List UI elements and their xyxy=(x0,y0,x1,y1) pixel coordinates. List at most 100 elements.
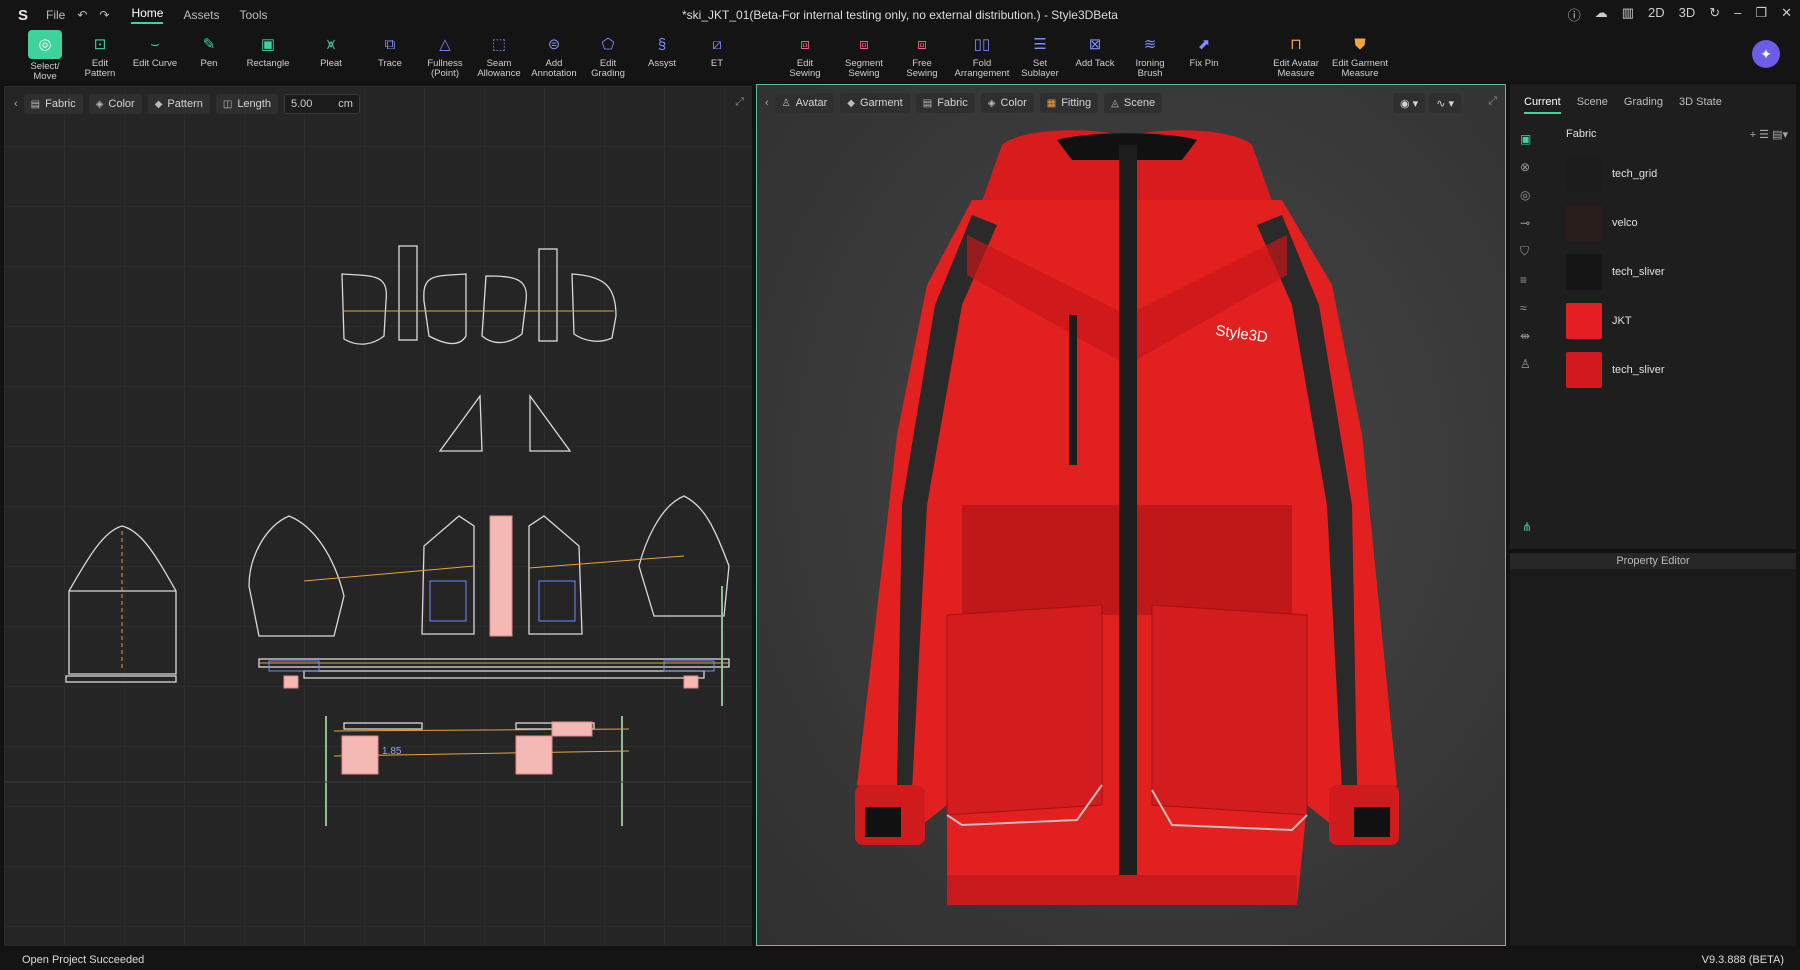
pen-tool[interactable]: ✎ Pen xyxy=(181,30,237,82)
app-logo-icon[interactable]: S xyxy=(12,4,34,26)
trace-tool[interactable]: ⧉ Trace xyxy=(362,30,418,82)
pattern-piece xyxy=(481,275,527,344)
tab-assets[interactable]: Assets xyxy=(183,8,219,22)
edit-pattern-icon: ⊡ xyxy=(93,36,107,53)
fullness-tool[interactable]: △ Fullness (Point) xyxy=(417,30,473,82)
fabric-item[interactable]: tech_grid xyxy=(1566,149,1788,198)
refresh-icon[interactable]: ↻ xyxy=(1709,5,1720,24)
fabric-section-title: Fabric xyxy=(1566,128,1597,140)
button-category-icon[interactable]: ⊗ xyxy=(1520,160,1531,174)
pattern-piece xyxy=(515,735,553,775)
fabric-item[interactable]: velco xyxy=(1566,198,1788,247)
pattern-canvas[interactable]: 1.85 xyxy=(4,86,752,946)
assyst-tool[interactable]: § Assyst xyxy=(634,30,690,82)
pattern-piece xyxy=(429,580,467,622)
set-sublayer-tool[interactable]: ☰ Set Sublayer xyxy=(1012,30,1068,82)
fabric-swatch xyxy=(1566,302,1602,339)
fabric-category-icon[interactable]: ▣ xyxy=(1520,132,1531,146)
bond-category-icon[interactable]: ⇹ xyxy=(1520,329,1531,343)
view-2d-button[interactable]: 2D xyxy=(1648,5,1665,24)
ironing-icon: ≋ xyxy=(1143,36,1157,53)
minimize-icon[interactable]: – xyxy=(1734,5,1741,24)
select-icon: ◎ xyxy=(28,30,62,59)
fix-pin-tool[interactable]: ⬈ Fix Pin xyxy=(1176,30,1232,82)
assyst-icon: § xyxy=(657,36,667,53)
pattern-piece xyxy=(551,721,593,737)
fabric-item[interactable]: tech_sliver xyxy=(1566,247,1788,296)
fold-arrangement-tool[interactable]: ▯▯ Fold Arrangement xyxy=(954,30,1010,82)
fabric-swatch xyxy=(1566,155,1602,192)
select-move-tool[interactable]: ◎ Select/Move xyxy=(17,30,73,82)
free-sewing-tool[interactable]: ⧈ Free Sewing xyxy=(894,30,950,82)
avatar-category-icon[interactable]: ♙ xyxy=(1520,357,1531,371)
restore-icon[interactable]: ❐ xyxy=(1755,5,1767,24)
fabric-swatch xyxy=(1566,351,1602,388)
seam-allowance-tool[interactable]: ⬚ Seam Allowance xyxy=(471,30,527,82)
edit-avatar-measure-tool[interactable]: ⊓ Edit Avatar Measure xyxy=(1268,30,1324,82)
pattern-2d-panel[interactable]: ‹ ▤ Fabric ◈ Color ◆ Pattern ◫ Length 5.00 cm… xyxy=(4,86,752,946)
tab-grading[interactable]: Grading xyxy=(1624,96,1663,114)
fabric-list: Fabric + ☰ ▤▾ tech_grid velco tech_sliver… xyxy=(1566,128,1788,394)
redo-icon[interactable]: ↷ xyxy=(99,8,109,22)
edit-sewing-tool[interactable]: ⧈ Edit Sewing xyxy=(777,30,833,82)
help-icon[interactable]: ⓘ xyxy=(1568,5,1581,24)
segment-sewing-tool[interactable]: ⧈ Segment Sewing xyxy=(836,30,892,82)
pleat-tool[interactable]: ⩙ Pleat xyxy=(303,30,359,82)
garment-measure-icon: ⛊ xyxy=(1354,36,1366,53)
fabric-swatch xyxy=(1566,253,1602,290)
et-tool[interactable]: ⧄ ET xyxy=(689,30,745,82)
tree-icon[interactable]: ⋔ xyxy=(1522,520,1532,534)
tab-scene[interactable]: Scene xyxy=(1577,96,1608,114)
window-title: *ski_JKT_01(Beta-For internal testing on… xyxy=(682,8,1118,22)
pattern-piece xyxy=(571,273,617,342)
cloud-icon[interactable]: ☁ xyxy=(1595,5,1608,24)
property-editor-panel: Property Editor xyxy=(1510,553,1796,946)
menu-file[interactable]: File xyxy=(46,8,65,22)
fabric-actions[interactable]: + ☰ ▤▾ xyxy=(1750,128,1788,141)
pattern-piece xyxy=(683,675,699,689)
rectangle-tool[interactable]: ▣ Rectangle xyxy=(240,30,296,82)
tack-icon: ⊠ xyxy=(1088,36,1102,53)
pattern-piece xyxy=(65,675,177,683)
ai-assistant-icon[interactable]: ✦ xyxy=(1752,40,1780,68)
pattern-piece xyxy=(423,273,467,345)
edit-garment-measure-tool[interactable]: ⛊ Edit Garment Measure xyxy=(1331,30,1389,82)
zipper-category-icon[interactable]: ⊸ xyxy=(1520,216,1531,230)
rectangle-icon: ▣ xyxy=(260,36,276,53)
edit-curve-tool[interactable]: ⌣ Edit Curve xyxy=(127,30,183,82)
topstitch-category-icon[interactable]: ≡ xyxy=(1520,273,1531,287)
segment-sewing-icon: ⧈ xyxy=(859,36,869,53)
pattern-piece xyxy=(248,515,345,637)
add-tack-tool[interactable]: ⊠ Add Tack xyxy=(1067,30,1123,82)
pattern-piece xyxy=(343,722,423,730)
edit-grading-tool[interactable]: ⬠ Edit Grading xyxy=(580,30,636,82)
buttonhole-category-icon[interactable]: ◎ xyxy=(1520,188,1531,202)
add-annotation-tool[interactable]: ⊜ Add Annotation xyxy=(526,30,582,82)
status-message: Open Project Succeeded xyxy=(22,954,145,966)
graphic-category-icon[interactable]: ⛉ xyxy=(1520,244,1531,259)
pucker-category-icon[interactable]: ≈ xyxy=(1520,301,1531,315)
edit-sewing-icon: ⧈ xyxy=(800,36,810,53)
view-3d-panel[interactable]: ‹ ♙ Avatar ◆ Garment ▤ Fabric ◈ Color ▦ Fitti… xyxy=(756,84,1506,946)
fold-icon: ▯▯ xyxy=(973,36,991,53)
layout-icon[interactable]: ▥ xyxy=(1622,5,1634,24)
free-sewing-icon: ⧈ xyxy=(917,36,927,53)
close-icon[interactable]: ✕ xyxy=(1781,5,1792,24)
seam-allowance-icon: ⬚ xyxy=(491,36,507,53)
view-3d-button[interactable]: 3D xyxy=(1679,5,1696,24)
edit-pattern-tool[interactable]: ⊡ Edit Pattern xyxy=(72,30,128,82)
pleat-icon: ⩙ xyxy=(326,36,336,53)
undo-icon[interactable]: ↶ xyxy=(77,8,87,22)
tab-home[interactable]: Home xyxy=(131,6,164,24)
pattern-piece xyxy=(303,670,705,679)
ironing-brush-tool[interactable]: ≋ Ironing Brush xyxy=(1122,30,1178,82)
version-label: V9.3.888 (BETA) xyxy=(1701,954,1784,966)
jacket-3d-render[interactable]: Style3D xyxy=(757,85,1507,947)
tab-current[interactable]: Current xyxy=(1524,96,1561,114)
tab-3d-state[interactable]: 3D State xyxy=(1679,96,1722,114)
tab-tools[interactable]: Tools xyxy=(240,8,268,22)
fabric-item[interactable]: tech_sliver xyxy=(1566,345,1788,394)
fabric-item[interactable]: JKT xyxy=(1566,296,1788,345)
edit-curve-icon: ⌣ xyxy=(150,36,160,53)
category-icons: ▣ ⊗ ◎ ⊸ ⛉ ≡ ≈ ⇹ ♙ xyxy=(1520,132,1531,371)
